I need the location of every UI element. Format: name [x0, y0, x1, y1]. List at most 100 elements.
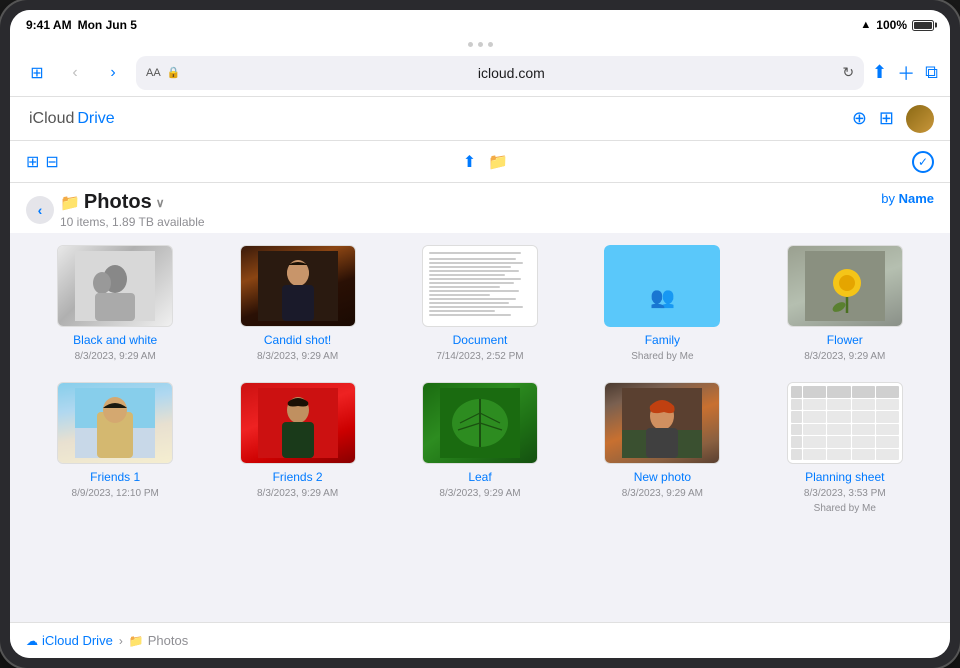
list-item[interactable]: Leaf 8/3/2023, 9:29 AM: [395, 382, 565, 514]
file-date: 8/3/2023, 9:29 AM: [257, 351, 338, 362]
breadcrumb-folder-icon: 📁: [129, 634, 144, 648]
file-date: 8/9/2023, 12:10 PM: [72, 488, 159, 499]
device-frame: 9:41 AM Mon Jun 5 ▲ 100% ⊞ ‹ › AA: [0, 0, 960, 668]
breadcrumb-current-item: 📁 Photos: [129, 633, 188, 648]
list-item[interactable]: Flower 8/3/2023, 9:29 AM: [760, 245, 930, 362]
file-grid: Black and white 8/3/2023, 9:29 AM: [30, 245, 930, 514]
add-tab-button[interactable]: ＋: [897, 60, 915, 86]
portrait-thumb: [241, 246, 355, 326]
list-item[interactable]: 👥 Family Shared by Me: [577, 245, 747, 362]
aa-label: AA: [146, 67, 161, 79]
dot3: [488, 42, 493, 47]
file-thumbnail: [57, 245, 173, 327]
upload-icon[interactable]: ⬆: [463, 152, 476, 172]
boy-thumb: [58, 383, 172, 463]
file-thumbnail: [240, 245, 356, 327]
back-button[interactable]: ‹: [60, 58, 90, 88]
list-item[interactable]: Black and white 8/3/2023, 9:29 AM: [30, 245, 200, 362]
icloud-text-gray: iCloud: [29, 110, 74, 128]
bw-photo-thumb: [58, 246, 172, 326]
list-item[interactable]: Document 7/14/2023, 2:52 PM: [395, 245, 565, 362]
url-bar[interactable]: AA 🔒 icloud.com ↻: [136, 56, 864, 90]
file-thumbnail: [604, 382, 720, 464]
icloud-header-right: ⊕ ⊞: [852, 105, 934, 133]
file-name: Friends 1: [90, 470, 140, 484]
file-thumbnail: [787, 382, 903, 464]
browser-toolbar: ⊞ ‹ › AA 🔒 icloud.com ↻ ⬆ ＋ ⧉: [10, 49, 950, 97]
file-name: Document: [453, 333, 508, 347]
sidebar-icon[interactable]: ⊞: [26, 152, 39, 172]
new-folder-icon[interactable]: 📁: [488, 152, 508, 172]
folder-toolbar-left: ⊞ ⊟: [26, 152, 59, 172]
breadcrumb-root[interactable]: ☁ iCloud Drive: [26, 633, 113, 648]
file-shared: Shared by Me: [631, 351, 693, 362]
breadcrumb-separator: ›: [119, 634, 123, 648]
redhead-thumb: [605, 383, 719, 463]
file-grid-container[interactable]: Black and white 8/3/2023, 9:29 AM: [10, 233, 950, 622]
folder-name-text: Photos: [84, 191, 152, 214]
list-item[interactable]: Planning sheet 8/3/2023, 3:53 PM Shared …: [760, 382, 930, 514]
status-bar: 9:41 AM Mon Jun 5 ▲ 100%: [10, 10, 950, 38]
icloud-header: iCloud Drive ⊕ ⊞: [10, 97, 950, 141]
clock-icon-button[interactable]: ⊕: [852, 108, 867, 129]
flower-thumb: [788, 246, 902, 326]
file-date: 7/14/2023, 2:52 PM: [436, 351, 523, 362]
status-right: ▲ 100%: [860, 18, 934, 32]
share-button[interactable]: ⬆: [872, 62, 887, 83]
icloud-logo: iCloud Drive: [26, 110, 115, 128]
list-item[interactable]: New photo 8/3/2023, 9:29 AM: [577, 382, 747, 514]
file-name: Friends 2: [273, 470, 323, 484]
redwoman-thumb: [241, 383, 355, 463]
avatar[interactable]: [906, 105, 934, 133]
grid-view-button[interactable]: ⊞: [879, 108, 894, 129]
list-item[interactable]: Friends 1 8/9/2023, 12:10 PM: [30, 382, 200, 514]
folder-toolbar-center: ⬆ 📁: [463, 152, 508, 172]
breadcrumb-root-text: iCloud Drive: [42, 633, 113, 648]
file-date: 8/3/2023, 9:29 AM: [257, 488, 338, 499]
wifi-icon: ▲: [860, 19, 871, 31]
sort-label[interactable]: by Name: [881, 191, 934, 206]
date: Mon Jun 5: [78, 18, 137, 32]
list-item[interactable]: Candid shot! 8/3/2023, 9:29 AM: [212, 245, 382, 362]
file-thumbnail: [422, 245, 538, 327]
folder-back-button[interactable]: ‹: [26, 196, 54, 224]
folder-toolbar: ⊞ ⊟ ⬆ 📁 ✓: [10, 141, 950, 183]
bottom-bar: ☁ iCloud Drive › 📁 Photos: [10, 622, 950, 658]
battery-icon: [912, 20, 934, 31]
file-thumbnail: [57, 382, 173, 464]
file-date: 8/3/2023, 9:29 AM: [804, 351, 885, 362]
icloud-text-blue: Drive: [77, 110, 114, 128]
file-name: Leaf: [468, 470, 491, 484]
file-shared: Shared by Me: [814, 503, 876, 514]
toolbar-actions: ⬆ ＋ ⧉: [872, 60, 938, 86]
status-left: 9:41 AM Mon Jun 5: [26, 18, 137, 32]
select-button[interactable]: ✓: [912, 151, 934, 173]
tabs-button[interactable]: ⧉: [925, 62, 938, 83]
folder-thumb: 👥: [604, 245, 720, 327]
folder-title-left: ‹ 📁 Photos ∨ 10 items, 1.89 TB available: [26, 191, 205, 229]
battery-pct: 100%: [876, 18, 907, 32]
document-thumb: [423, 246, 537, 326]
file-thumbnail: [422, 382, 538, 464]
file-name: Black and white: [73, 333, 157, 347]
time: 9:41 AM: [26, 18, 72, 32]
file-thumbnail: [240, 382, 356, 464]
folder-name: 📁 Photos ∨: [60, 191, 205, 214]
file-date: 8/3/2023, 9:29 AM: [75, 351, 156, 362]
battery-fill: [914, 22, 932, 29]
folder-chevron-icon: ∨: [156, 196, 165, 210]
file-date: 8/3/2023, 9:29 AM: [439, 488, 520, 499]
reload-icon[interactable]: ↻: [842, 64, 854, 81]
spreadsheet-thumb: [788, 383, 902, 463]
folder-title-bar: ‹ 📁 Photos ∨ 10 items, 1.89 TB available…: [10, 183, 950, 233]
sidebar-toggle-button[interactable]: ⊞: [22, 58, 52, 88]
device-screen: 9:41 AM Mon Jun 5 ▲ 100% ⊞ ‹ › AA: [10, 10, 950, 658]
file-name: New photo: [634, 470, 691, 484]
file-name: Planning sheet: [805, 470, 884, 484]
forward-button[interactable]: ›: [98, 58, 128, 88]
file-thumbnail: 👥: [604, 245, 720, 327]
file-date: 8/3/2023, 3:53 PM: [804, 488, 886, 499]
list-item[interactable]: Friends 2 8/3/2023, 9:29 AM: [212, 382, 382, 514]
view-options-icon[interactable]: ⊟: [45, 152, 58, 172]
leaf-thumb: [423, 383, 537, 463]
